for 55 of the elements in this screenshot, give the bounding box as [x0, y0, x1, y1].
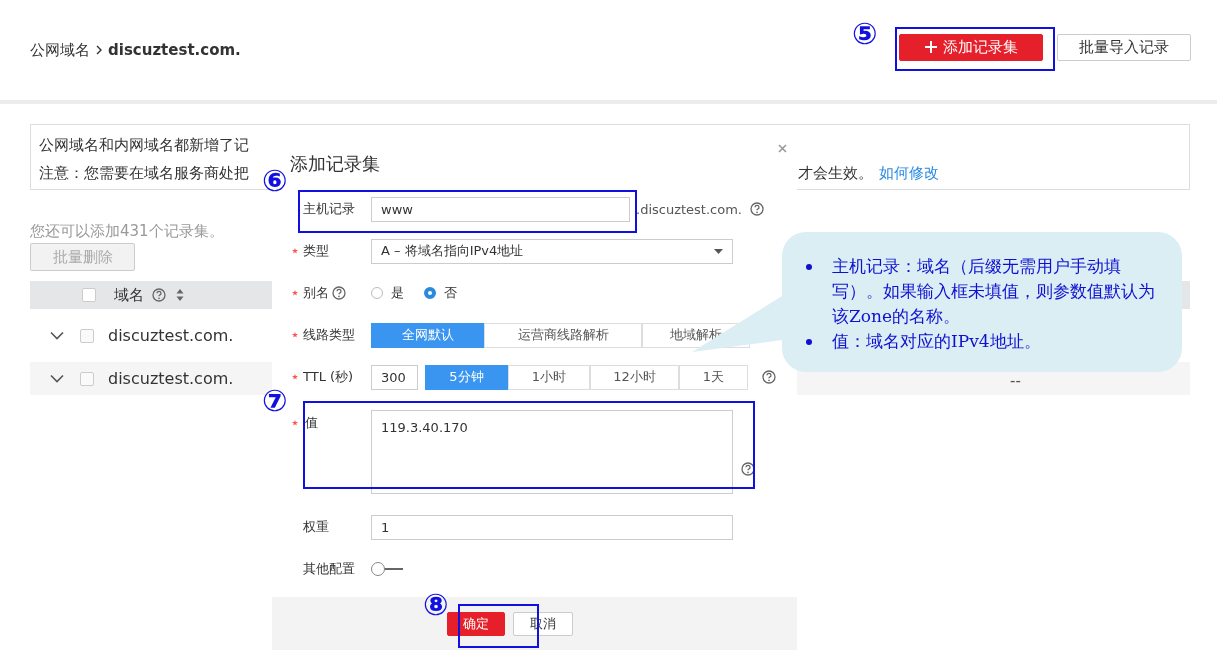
segment-tab[interactable]: 运营商线路解析 — [484, 322, 642, 348]
table-cell: discuztest.com. — [108, 369, 234, 388]
help-icon — [152, 288, 166, 302]
checkbox[interactable] — [80, 328, 94, 343]
field-label: 线路类型 — [303, 326, 355, 344]
field-label: 类型 — [303, 242, 329, 260]
notice-text: 公网域名和内网域名都新增了记 — [39, 135, 249, 156]
segment-tab[interactable]: 12小时 — [590, 364, 679, 390]
caret-icon — [714, 248, 723, 254]
chevron-down-icon — [50, 374, 64, 383]
close-icon — [778, 144, 787, 153]
field-label: 主机记录 — [303, 200, 355, 218]
input-field[interactable]: www — [371, 196, 630, 222]
field-label: 权重 — [303, 518, 329, 536]
dialog-title: 添加记录集 — [290, 152, 380, 176]
field-label: TTL (秒) — [303, 368, 354, 386]
step-number: ⑥ — [262, 166, 288, 196]
chevron-right-icon — [95, 45, 103, 55]
field-label: 其他配置 — [303, 560, 355, 578]
import-button[interactable]: 批量导入记录 — [1057, 33, 1191, 61]
sort-icon — [176, 289, 184, 301]
add-record-button[interactable]: 添加记录集 — [899, 33, 1043, 61]
quota-text: 您还可以添加431个记录集。 — [30, 222, 225, 241]
breadcrumb-current: discuztest.com. — [108, 41, 241, 59]
value-textarea[interactable]: 119.3.40.170 — [371, 410, 733, 494]
table-cell: -- — [1010, 371, 1021, 390]
ttl-field[interactable]: 300 — [371, 364, 418, 390]
plus-icon — [924, 41, 937, 53]
table-cell: discuztest.com. — [108, 326, 234, 345]
domain-suffix: .discuztest.com. — [636, 201, 742, 217]
radio-button[interactable] — [424, 287, 436, 299]
type-dropdown[interactable]: A – 将域名指向IPv4地址 — [371, 238, 733, 264]
input-field[interactable]: 1 — [371, 514, 733, 540]
segment-tab[interactable]: 1天 — [679, 364, 748, 390]
breadcrumb-link[interactable]: 公网域名 — [30, 40, 90, 60]
segment-tab[interactable]: 1小时 — [508, 364, 590, 390]
confirm-button[interactable]: 确定 — [446, 611, 505, 636]
radio-label: 是 — [391, 284, 404, 302]
step-number: ⑧ — [423, 590, 449, 620]
notice-text: 注意：您需要在域名服务商处把 — [39, 163, 249, 184]
callout-text: 值：域名对应的IPv4地址。 — [832, 330, 1041, 353]
field-label: 值 — [305, 414, 318, 432]
help-link[interactable]: 如何修改 — [879, 164, 939, 182]
bullet-icon — [806, 339, 812, 345]
step-number: ⑤ — [852, 19, 878, 49]
bullet-icon — [806, 264, 812, 270]
column-header[interactable]: 域名 — [114, 285, 144, 305]
field-label: 别名 — [303, 284, 329, 302]
radio-label: 否 — [444, 284, 457, 302]
chevron-down-icon — [50, 331, 64, 340]
callout-text: 主机记录：域名（后缀无需用户手动填写）。如果输入框未填值，则参数值默认为该Zone的名称。 — [832, 255, 1156, 328]
notice-text: 才会生效。 — [798, 164, 873, 182]
checkbox[interactable] — [80, 371, 94, 386]
step-number: ⑦ — [262, 386, 288, 416]
checkbox[interactable] — [82, 288, 96, 302]
